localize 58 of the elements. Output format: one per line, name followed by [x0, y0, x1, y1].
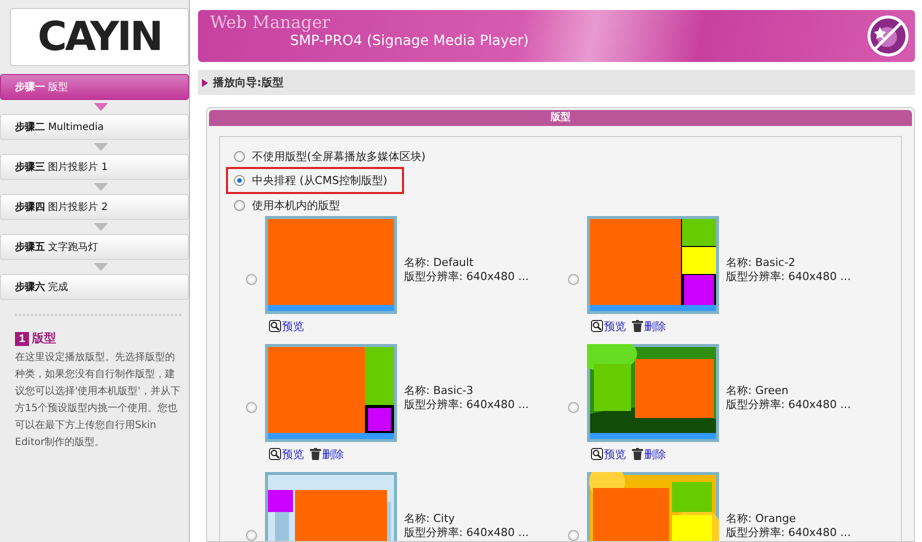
- preview-link[interactable]: 预览: [591, 447, 626, 461]
- delete-link[interactable]: 删除: [310, 447, 344, 461]
- help-text: 在这里设定播放版型。先选择版型的种类，如果您没有自行制作版型，建议您可以选择'使用本机版型'，并从下方15个预设版型内挑一个使用。您也可以在最下方上传您自行用Skin Editor制作的版型。: [15, 350, 181, 450]
- wizard-step[interactable]: 步骤三 图片投影片 1: [0, 154, 189, 180]
- wizard-step[interactable]: 步骤六 完成: [0, 274, 189, 300]
- wizard-step[interactable]: 步骤二 Multimedia: [0, 114, 189, 140]
- option-label: 使用本机内的版型: [252, 198, 340, 212]
- app-title: Web Manager: [210, 14, 332, 32]
- layout-resolution: 版型分辨率: 640x480 ...: [404, 270, 529, 284]
- delete-link[interactable]: 删除: [632, 447, 666, 461]
- preview-link[interactable]: 预览: [269, 447, 304, 461]
- trash-icon: [632, 448, 643, 460]
- panel-title: 版型: [209, 110, 912, 126]
- magnifier-icon: [591, 448, 603, 460]
- magnifier-icon: [591, 320, 603, 332]
- layout-radio[interactable]: [246, 530, 257, 541]
- layout-radio[interactable]: [568, 274, 579, 285]
- layout-radio[interactable]: [246, 274, 257, 285]
- breadcrumb: 播放向导:版型: [213, 75, 284, 90]
- layout-name: 名称: Orange: [726, 512, 797, 526]
- help-title: 版型: [32, 330, 56, 347]
- layout-resolution: 版型分辨率: 640x480 ...: [726, 526, 851, 540]
- layout-resolution: 版型分辨率: 640x480 ...: [404, 526, 529, 540]
- bullet-icon: [202, 78, 208, 86]
- step-number-badge: 1: [15, 332, 30, 346]
- layout-radio[interactable]: [568, 402, 579, 413]
- layout-radio[interactable]: [568, 530, 579, 541]
- logo: CAYIN: [38, 14, 162, 60]
- preview-link[interactable]: 预览: [269, 319, 304, 333]
- layout-resolution: 版型分辨率: 640x480 ...: [726, 270, 851, 284]
- wizard-step[interactable]: 步骤五 文字跑马灯: [0, 234, 189, 260]
- layout-resolution: 版型分辨率: 640x480 ...: [404, 398, 529, 412]
- wizard-step[interactable]: 步骤一 版型: [0, 74, 189, 100]
- radio-button[interactable]: [234, 175, 245, 186]
- option-label: 中央排程 (从CMS控制版型): [252, 173, 388, 188]
- delete-link[interactable]: 删除: [632, 319, 666, 333]
- layout-name: 名称: Default: [404, 256, 474, 270]
- layout-radio[interactable]: [246, 402, 257, 413]
- down-arrow-icon: [94, 223, 108, 231]
- preview-link[interactable]: 预览: [591, 319, 626, 333]
- layout-resolution: 版型分辨率: 640x480 ...: [726, 398, 851, 412]
- down-arrow-icon: [94, 143, 108, 151]
- trash-icon: [310, 448, 321, 460]
- device-name: SMP-PRO4 (Signage Media Player): [290, 32, 530, 50]
- down-arrow-icon: [94, 263, 108, 271]
- trash-icon: [632, 320, 643, 332]
- radio-button[interactable]: [234, 200, 245, 210]
- layout-name: 名称: City: [404, 512, 456, 526]
- magnifier-icon: [269, 320, 281, 332]
- wizard-step[interactable]: 步骤四 图片投影片 2: [0, 194, 189, 220]
- option-label: 不使用版型(全屏幕播放多媒体区块): [252, 148, 426, 164]
- magnifier-icon: [269, 448, 281, 460]
- layout-name: 名称: Basic-2: [726, 256, 796, 270]
- down-arrow-icon: [94, 103, 108, 111]
- layout-name: 名称: Green: [726, 384, 790, 398]
- layout-name: 名称: Basic-3: [404, 384, 474, 398]
- radio-button[interactable]: [234, 150, 245, 162]
- down-arrow-icon: [94, 183, 108, 191]
